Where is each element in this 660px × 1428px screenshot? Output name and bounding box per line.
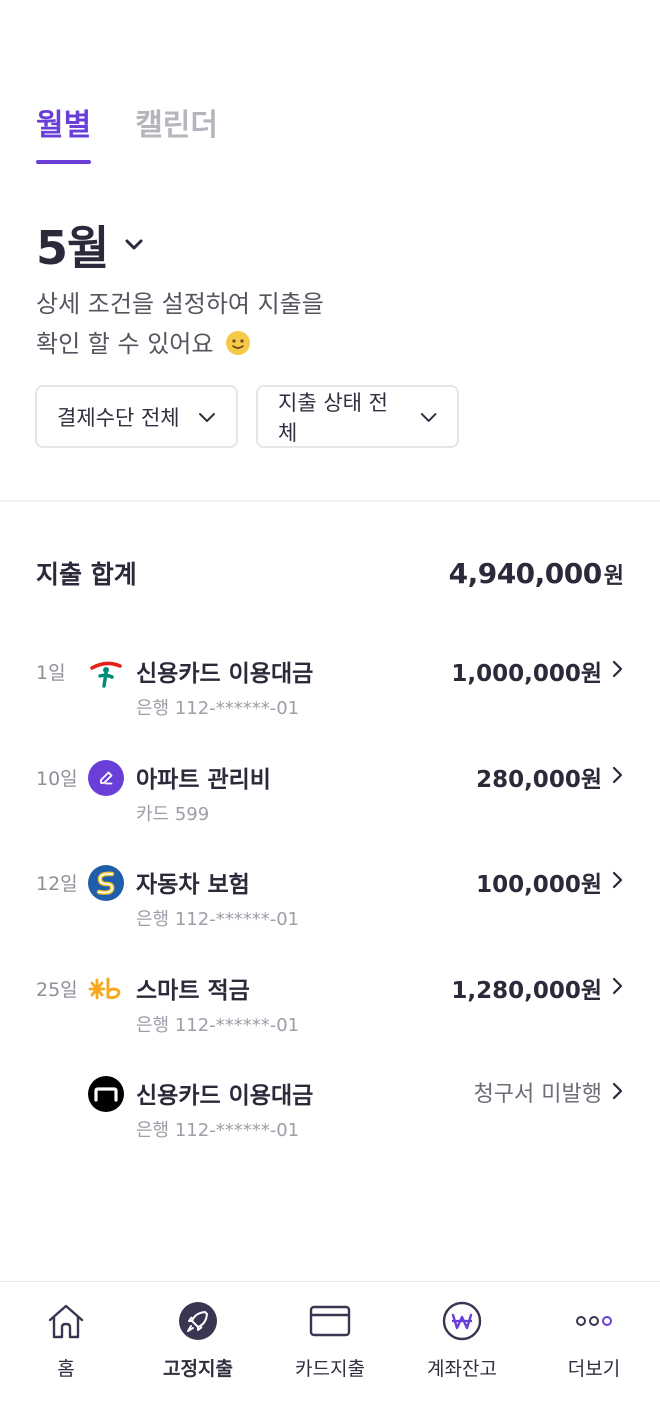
smile-emoji-icon xyxy=(226,331,251,355)
month-selector[interactable]: 5월 xyxy=(36,212,146,278)
card-company-logo xyxy=(88,1076,124,1112)
item-day: 1일 xyxy=(36,662,66,684)
total-amount: 4,940,000 원 xyxy=(449,557,624,590)
month-label: 5월 xyxy=(36,221,109,275)
total-row: 지출 합계 4,940,000 원 xyxy=(36,555,624,591)
item-day: 12일 xyxy=(36,873,78,895)
item-day: 10일 xyxy=(36,767,78,790)
rocket-icon xyxy=(177,1300,219,1342)
list-item[interactable]: 10일 아파트 관리비 카드 599 280,000원 xyxy=(0,754,660,860)
list-item[interactable]: 1일 신용카드 이용대금 은행 112-******-01 1,000,000원 xyxy=(0,648,660,754)
item-day: 25일 xyxy=(36,978,78,1001)
chevron-right-icon xyxy=(612,871,623,889)
total-amount-value: 4,940,000 xyxy=(448,556,603,590)
nav-home-label: 홈 xyxy=(57,1358,75,1380)
chevron-right-icon xyxy=(612,1082,623,1100)
shinhan-bank-logo xyxy=(88,865,124,901)
tab-calendar[interactable]: 캘린더 xyxy=(135,100,218,164)
more-icon xyxy=(573,1300,615,1342)
item-name: 아파트 관리비 xyxy=(136,766,271,793)
item-account: 은행 112-******-01 xyxy=(136,1120,300,1141)
description-line-1: 상세 조건을 설정하여 지출을 xyxy=(36,290,324,318)
chevron-right-icon xyxy=(612,660,623,678)
nav-more[interactable]: 더보기 xyxy=(528,1282,660,1428)
item-name: 신용카드 이용대금 xyxy=(136,661,314,687)
expense-list: 1일 신용카드 이용대금 은행 112-******-01 1,000,000원… xyxy=(0,648,660,1176)
nav-account-balance[interactable]: 계좌잔고 xyxy=(396,1282,528,1428)
item-account: 은행 112-******-01 xyxy=(136,1014,300,1036)
total-amount-unit: 원 xyxy=(603,563,624,589)
home-icon xyxy=(45,1300,87,1342)
nav-home[interactable]: 홈 xyxy=(0,1282,132,1428)
payment-method-filter-label: 결제수단 전체 xyxy=(57,405,180,430)
card-icon xyxy=(309,1300,351,1342)
item-amount: 280,000원 xyxy=(476,766,602,793)
item-amount: 1,000,000원 xyxy=(451,661,602,687)
chevron-right-icon xyxy=(612,977,623,994)
item-name: 스마트 적금 xyxy=(136,977,250,1004)
chevron-down-icon xyxy=(420,412,437,422)
list-item[interactable]: 25일 스마트 적금 은행 112-******-01 1,280,000원 xyxy=(0,965,660,1071)
kb-bank-logo xyxy=(88,971,124,1007)
chevron-down-icon xyxy=(125,239,143,250)
item-amount: 100,000원 xyxy=(476,872,602,898)
nav-more-label: 더보기 xyxy=(567,1358,621,1380)
status-filter[interactable]: 지출 상태 전체 xyxy=(256,385,459,448)
nav-account-balance-label: 계좌잔고 xyxy=(427,1358,497,1380)
section-divider xyxy=(0,500,660,502)
filters: 결제수단 전체 지출 상태 전체 xyxy=(35,385,459,448)
nav-card-expenses[interactable]: 카드지출 xyxy=(264,1282,396,1428)
total-label: 지출 합계 xyxy=(36,560,137,589)
item-account: 은행 112-******-01 xyxy=(136,698,300,719)
nav-fixed-expenses[interactable]: 고정지출 xyxy=(132,1282,264,1428)
edit-icon xyxy=(88,759,124,796)
list-item[interactable]: 12일 자동차 보험 은행 112-******-01 100,000원 xyxy=(0,859,660,965)
bottom-nav: 홈 고정지출 카드지출 계좌잔고 더보기 xyxy=(0,1281,660,1428)
chevron-down-icon xyxy=(199,412,215,422)
item-name: 자동차 보험 xyxy=(136,872,250,898)
item-account: 은행 112-******-01 xyxy=(136,909,300,930)
view-tabs: 월별 캘린더 xyxy=(36,100,218,164)
list-item[interactable]: 신용카드 이용대금 은행 112-******-01 청구서 미발행 xyxy=(0,1070,660,1176)
item-account: 카드 599 xyxy=(136,803,210,825)
payment-method-filter[interactable]: 결제수단 전체 xyxy=(35,385,238,448)
hana-bank-logo xyxy=(88,654,124,690)
won-icon xyxy=(441,1300,483,1342)
item-amount: 1,280,000원 xyxy=(451,977,602,1004)
nav-fixed-expenses-label: 고정지출 xyxy=(163,1358,233,1380)
chevron-right-icon xyxy=(612,766,623,783)
status-filter-label: 지출 상태 전체 xyxy=(278,390,388,445)
tab-monthly[interactable]: 월별 xyxy=(36,100,92,164)
description: 상세 조건을 설정하여 지출을 확인 할 수 있어요 xyxy=(36,284,324,364)
description-line-2: 확인 할 수 있어요 xyxy=(36,330,214,358)
nav-card-expenses-label: 카드지출 xyxy=(295,1358,365,1380)
item-status: 청구서 미발행 xyxy=(473,1082,602,1107)
item-name: 신용카드 이용대금 xyxy=(136,1083,314,1109)
